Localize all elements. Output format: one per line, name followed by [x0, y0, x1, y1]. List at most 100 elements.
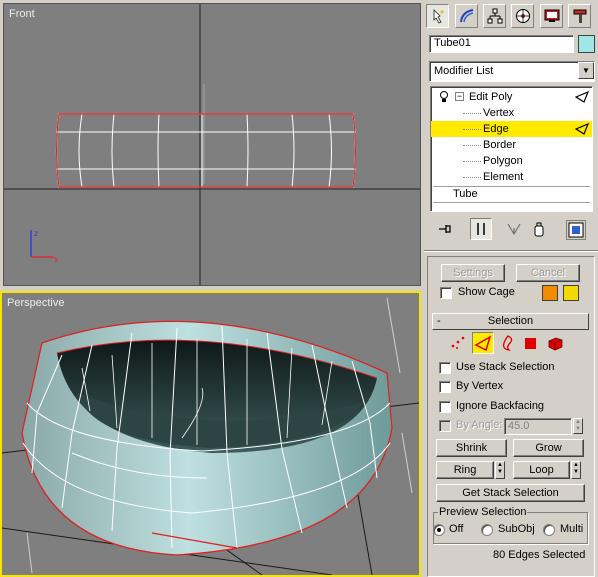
object-color-swatch[interactable] [578, 35, 595, 53]
preview-off-label: Off [449, 523, 464, 535]
ring-spinner[interactable]: ▲ ▼ [495, 461, 505, 479]
front-viewport[interactable]: Front z x [3, 3, 421, 286]
stack-item-edit-poly[interactable]: − Edit Poly [439, 89, 589, 105]
grow-button[interactable]: Grow [513, 439, 584, 457]
use-stack-selection-checkbox[interactable] [439, 362, 451, 374]
by-angle-spinner[interactable]: ▲ ▼ [573, 418, 583, 434]
ignore-backfacing-checkbox[interactable] [439, 401, 451, 413]
svg-text:z: z [34, 229, 38, 238]
cage-color-swatch-1[interactable] [542, 285, 558, 301]
create-tab[interactable] [426, 4, 449, 28]
modify-tab[interactable] [455, 4, 478, 28]
by-angle-value: 45.0 [508, 420, 530, 432]
show-end-result-icon [477, 223, 485, 235]
perspective-viewport[interactable]: Perspective [0, 291, 421, 577]
edge-mode-button[interactable] [472, 332, 494, 354]
modifier-stack[interactable]: − Edit Poly Vertex Edge Border Polygon E… [430, 86, 593, 212]
pin-stack-button[interactable] [436, 220, 454, 238]
stack-item-edge[interactable]: Edge [431, 121, 592, 137]
stack-polygon-label: Polygon [483, 155, 523, 167]
preview-multi-label: Multi [560, 523, 584, 535]
selection-status: 80 Edges Selected [493, 549, 586, 561]
modifier-list-text: Modifier List [434, 65, 494, 77]
remove-modifier-button[interactable] [530, 220, 548, 238]
modifier-list-dropdown[interactable]: Modifier List ▼ [429, 61, 595, 82]
front-viewport-scene: z x [4, 4, 420, 285]
element-mode-button[interactable] [545, 333, 565, 353]
pin-icon [439, 225, 451, 233]
stack-vertex-label: Vertex [483, 107, 515, 119]
stack-item-tube[interactable]: Tube [453, 186, 589, 202]
collapse-icon[interactable]: − [455, 92, 464, 101]
modify-icon [459, 9, 473, 23]
use-stack-selection-label: Use Stack Selection [456, 361, 555, 373]
make-unique-button[interactable] [505, 220, 523, 238]
preview-multi-radio[interactable] [543, 524, 555, 536]
preview-subobj-label: SubObj [498, 523, 535, 535]
svg-text:x: x [54, 255, 59, 264]
shrink-button[interactable]: Shrink [436, 439, 507, 457]
show-end-result-button[interactable] [470, 218, 492, 240]
trash-icon [534, 222, 544, 237]
preview-off-radio[interactable] [433, 524, 445, 536]
stack-element-label: Element [483, 171, 524, 183]
show-cage-label: Show Cage [458, 286, 515, 298]
configure-sets-button[interactable] [566, 220, 586, 240]
polygon-mode-button[interactable] [521, 333, 541, 353]
display-icon [544, 9, 559, 22]
by-angle-label: By Angle: [456, 419, 503, 431]
edge-icon [474, 335, 492, 352]
utilities-icon [573, 9, 586, 23]
get-stack-selection-button[interactable]: Get Stack Selection [436, 484, 585, 502]
cancel-button[interactable]: Cancel [516, 264, 580, 282]
motion-tab[interactable] [511, 4, 534, 28]
tube-perspective-mesh [21, 320, 393, 556]
hierarchy-tab[interactable] [483, 4, 506, 28]
ignore-backfacing-label: Ignore Backfacing [456, 400, 545, 412]
object-name-text: Tube01 [434, 37, 471, 49]
selection-rollout-title: Selection [487, 315, 534, 327]
selection-rollout-header[interactable]: - Selection [432, 313, 589, 330]
stack-item-border[interactable]: Border [463, 137, 589, 153]
utilities-tab[interactable] [568, 4, 591, 28]
vertex-icon [451, 336, 465, 349]
stack-edit-poly-label: Edit Poly [469, 91, 513, 103]
border-icon [502, 335, 513, 351]
cage-color-swatch-2[interactable] [563, 285, 579, 301]
hierarchy-icon [487, 8, 502, 24]
create-icon [433, 9, 443, 24]
stack-edge-label: Edge [483, 123, 509, 135]
ring-button[interactable]: Ring [436, 461, 494, 479]
show-cage-checkbox[interactable] [440, 287, 452, 299]
settings-button[interactable]: Settings [441, 264, 505, 282]
perspective-viewport-scene [2, 297, 419, 575]
stack-tube-label: Tube [453, 188, 478, 200]
border-mode-button[interactable] [498, 333, 518, 353]
vertex-mode-button[interactable] [448, 333, 468, 353]
polygon-icon [525, 338, 536, 349]
motion-icon [515, 9, 530, 23]
stack-item-element[interactable]: Element [463, 169, 589, 185]
lightbulb-icon[interactable] [439, 91, 449, 103]
preview-selection-label: Preview Selection [438, 506, 528, 518]
element-icon [548, 337, 563, 351]
by-vertex-label: By Vertex [456, 380, 504, 392]
tube-front-mesh [55, 113, 357, 188]
edge-cursor-icon [575, 123, 589, 135]
front-axis-gizmo: z x [30, 229, 59, 264]
loop-spinner[interactable]: ▲ ▼ [571, 461, 581, 479]
object-name-field[interactable]: Tube01 [429, 35, 574, 53]
by-angle-input[interactable]: 45.0 [504, 418, 572, 435]
by-vertex-checkbox[interactable] [439, 381, 451, 393]
stack-border-label: Border [483, 139, 517, 151]
display-tab[interactable] [540, 4, 563, 28]
chevron-down-icon[interactable]: ▼ [578, 62, 594, 79]
stack-item-vertex[interactable]: Vertex [463, 105, 589, 121]
make-unique-icon [507, 223, 521, 236]
preview-subobj-radio[interactable] [481, 524, 493, 536]
loop-button[interactable]: Loop [513, 461, 570, 479]
configure-icon [568, 222, 584, 238]
stack-item-polygon[interactable]: Polygon [463, 153, 589, 169]
by-angle-checkbox[interactable] [439, 420, 451, 432]
edit-poly-cursor-icon [575, 91, 589, 103]
